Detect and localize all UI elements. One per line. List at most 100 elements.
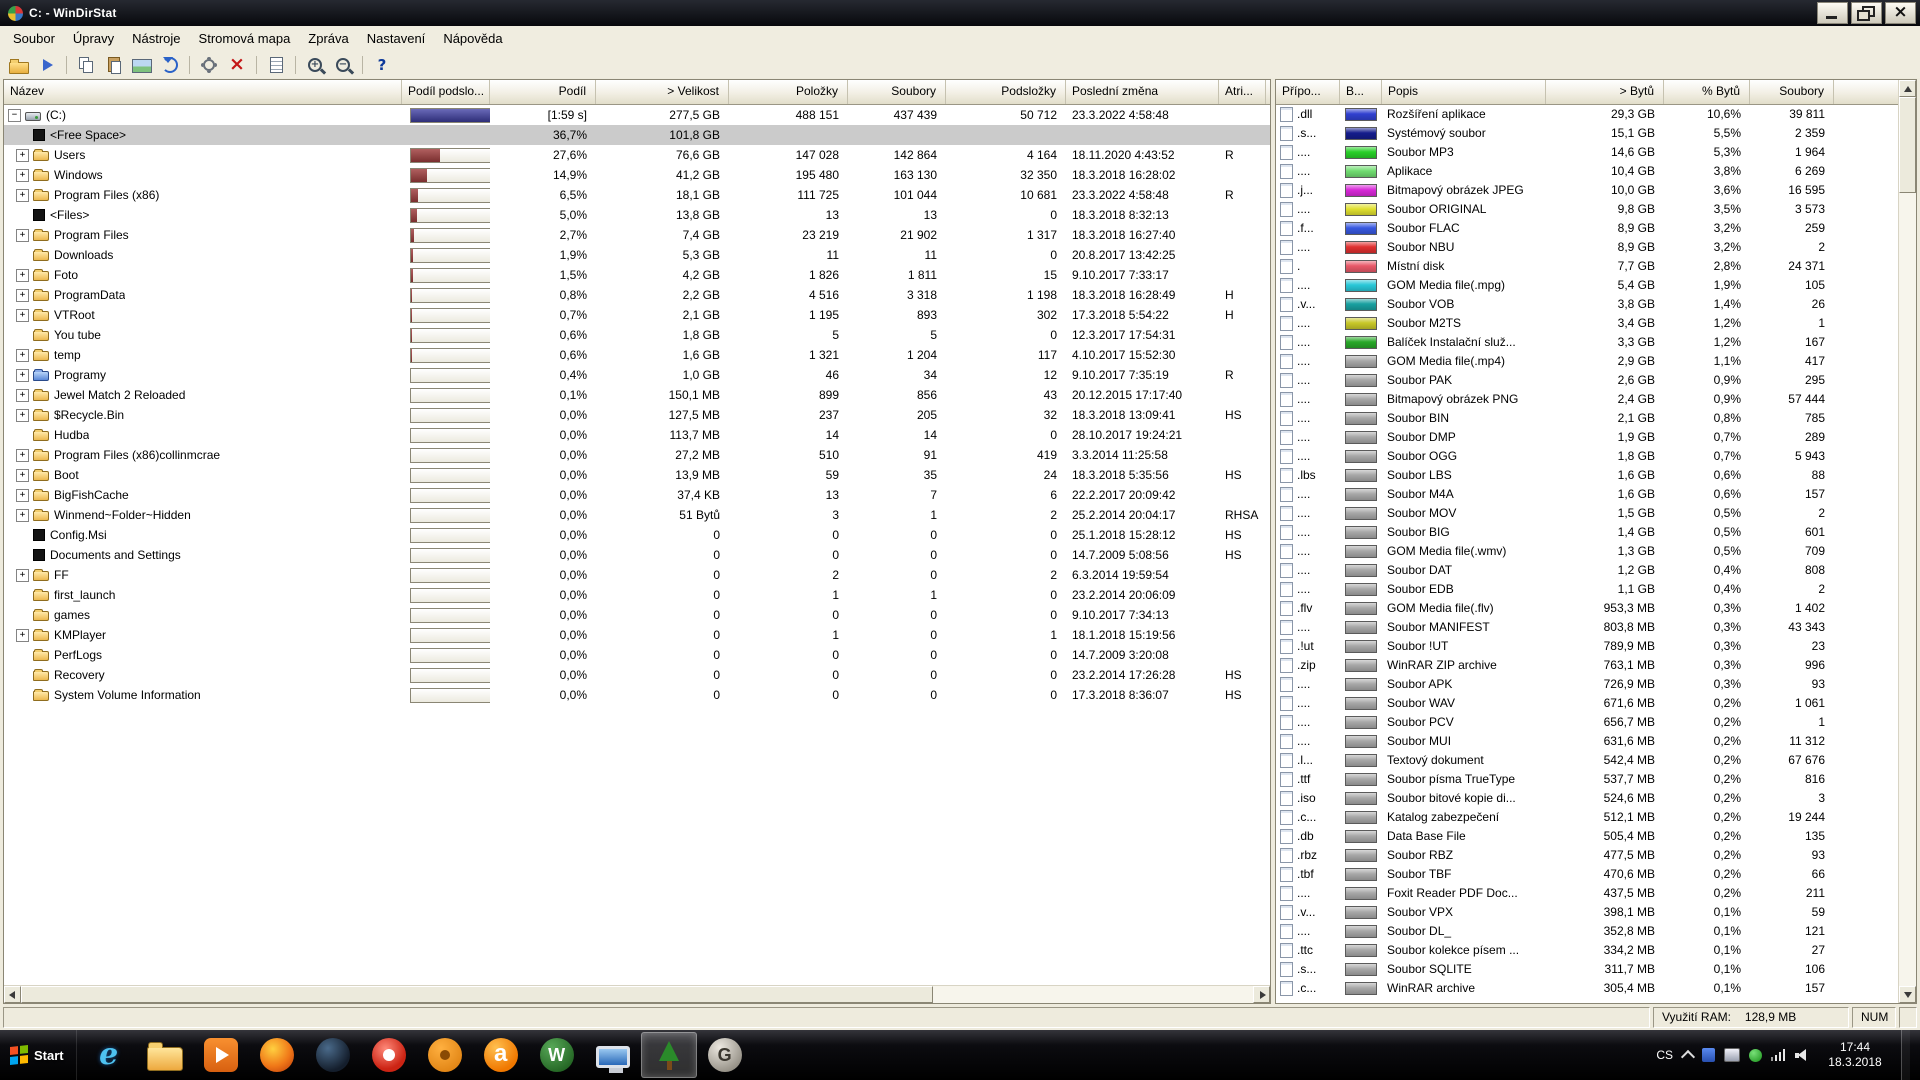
refresh-button[interactable] xyxy=(157,53,183,77)
tree-row[interactable]: Downloads1,9%5,3 GB1111020.8.2017 13:42:… xyxy=(4,245,1270,265)
extension-row[interactable]: ....Soubor EDB1,1 GB0,4%2 xyxy=(1276,580,1898,599)
tree-row[interactable]: <Files>5,0%13,8 GB1313018.3.2018 8:32:13 xyxy=(4,205,1270,225)
menu-item-nastaven[interactable]: Nastavení xyxy=(358,28,435,49)
menu-item-pravy[interactable]: Úpravy xyxy=(64,28,123,49)
tree-row[interactable]: Documents and Settings0,0%000014.7.2009 … xyxy=(4,545,1270,565)
copy-button[interactable] xyxy=(73,53,99,77)
restore-button[interactable] xyxy=(1851,2,1882,24)
language-indicator[interactable]: CS xyxy=(1656,1048,1673,1062)
tree-row[interactable]: Config.Msi0,0%000025.1.2018 15:28:12HS xyxy=(4,525,1270,545)
report-button[interactable] xyxy=(263,53,289,77)
start-button[interactable]: Start xyxy=(0,1030,77,1080)
extension-row[interactable]: ....Soubor M2TS3,4 GB1,2%1 xyxy=(1276,314,1898,333)
taskbar-my-computer[interactable] xyxy=(585,1032,641,1078)
menu-item-zpr-va[interactable]: Zpráva xyxy=(299,28,357,49)
volume-icon[interactable] xyxy=(1795,1049,1809,1061)
extension-row[interactable]: ....GOM Media file(.mpg)5,4 GB1,9%105 xyxy=(1276,276,1898,295)
extension-row[interactable]: ....Soubor MOV1,5 GB0,5%2 xyxy=(1276,504,1898,523)
taskbar-green-w-app[interactable] xyxy=(529,1032,585,1078)
horizontal-scrollbar[interactable] xyxy=(4,985,1270,1003)
menu-item-soubor[interactable]: Soubor xyxy=(4,28,64,49)
extension-row[interactable]: .rbzSoubor RBZ477,5 MB0,2%93 xyxy=(1276,846,1898,865)
extension-row[interactable]: .lbsSoubor LBS1,6 GB0,6%88 xyxy=(1276,466,1898,485)
expand-icon[interactable]: + xyxy=(16,489,29,502)
extension-row[interactable]: .s...Systémový soubor15,1 GB5,5%2 359 xyxy=(1276,124,1898,143)
vertical-scrollbar[interactable] xyxy=(1898,80,1916,1003)
scrollbar-thumb[interactable] xyxy=(21,986,933,1003)
tree-row[interactable]: +Windows14,9%41,2 GB195 480163 13032 350… xyxy=(4,165,1270,185)
menu-item-n-pov-da[interactable]: Nápověda xyxy=(434,28,511,49)
extension-row[interactable]: ....Bitmapový obrázek PNG2,4 GB0,9%57 44… xyxy=(1276,390,1898,409)
scrollbar-track[interactable] xyxy=(1899,97,1916,986)
picture-button[interactable] xyxy=(129,53,155,77)
help-button[interactable] xyxy=(369,53,395,77)
network-icon[interactable] xyxy=(1771,1049,1786,1061)
extension-row[interactable]: ....Aplikace10,4 GB3,8%6 269 xyxy=(1276,162,1898,181)
scroll-up-icon[interactable] xyxy=(1899,80,1916,97)
extension-row[interactable]: ....Soubor PAK2,6 GB0,9%295 xyxy=(1276,371,1898,390)
taskbar-clock[interactable]: 17:44 18.3.2018 xyxy=(1819,1040,1891,1070)
tree-row[interactable]: games0,0%00009.10.2017 7:34:13 xyxy=(4,605,1270,625)
expand-icon[interactable]: + xyxy=(16,389,29,402)
tree-row[interactable]: +Boot0,0%13,9 MB59352418.3.2018 5:35:56H… xyxy=(4,465,1270,485)
tree-row[interactable]: PerfLogs0,0%000014.7.2009 3:20:08 xyxy=(4,645,1270,665)
expand-icon[interactable]: + xyxy=(16,189,29,202)
taskbar-internet-explorer[interactable] xyxy=(81,1032,137,1078)
tree-col-pod-l[interactable]: Podíl xyxy=(490,80,596,104)
expand-icon[interactable]: + xyxy=(16,229,29,242)
tree-row[interactable]: +Program Files (x86)6,5%18,1 GB111 72510… xyxy=(4,185,1270,205)
extension-row[interactable]: .ttcSoubor kolekce písem ...334,2 MB0,1%… xyxy=(1276,941,1898,960)
tree-row[interactable]: +$Recycle.Bin0,0%127,5 MB2372053218.3.20… xyxy=(4,405,1270,425)
tree-row[interactable]: −(C:)[1:59 s]277,5 GB488 151437 43950 71… xyxy=(4,105,1270,125)
extension-row[interactable]: .c...Katalog zabezpečení512,1 MB0,2%19 2… xyxy=(1276,808,1898,827)
tree-row[interactable]: +temp0,6%1,6 GB1 3211 2041174.10.2017 15… xyxy=(4,345,1270,365)
menu-item-n-stroje[interactable]: Nástroje xyxy=(123,28,189,49)
tree-row[interactable]: +VTRoot0,7%2,1 GB1 19589330217.3.2018 5:… xyxy=(4,305,1270,325)
tree-row[interactable]: You tube0,6%1,8 GB55012.3.2017 17:54:31 xyxy=(4,325,1270,345)
extension-row[interactable]: .zipWinRAR ZIP archive763,1 MB0,3%996 xyxy=(1276,656,1898,675)
tree-row[interactable]: +Jewel Match 2 Reloaded0,1%150,1 MB89985… xyxy=(4,385,1270,405)
extension-row[interactable]: ....Soubor PCV656,7 MB0,2%1 xyxy=(1276,713,1898,732)
ext-col-p-po[interactable]: Přípo... xyxy=(1276,80,1340,104)
tree-row[interactable]: +Foto1,5%4,2 GB1 8261 811159.10.2017 7:3… xyxy=(4,265,1270,285)
expand-icon[interactable]: + xyxy=(16,269,29,282)
minimize-button[interactable] xyxy=(1817,2,1848,24)
taskbar-image-editor[interactable] xyxy=(697,1032,753,1078)
tree-col-atri[interactable]: Atri... xyxy=(1219,80,1266,104)
extension-row[interactable]: .!utSoubor !UT789,9 MB0,3%23 xyxy=(1276,637,1898,656)
tree-row[interactable]: +Winmend~Folder~Hidden0,0%51 Bytů31225.2… xyxy=(4,505,1270,525)
tree-row[interactable]: +Program Files2,7%7,4 GB23 21921 9021 31… xyxy=(4,225,1270,245)
tree-col-posledn-zm-na[interactable]: Poslední změna xyxy=(1066,80,1219,104)
extension-row[interactable]: ....Soubor DMP1,9 GB0,7%289 xyxy=(1276,428,1898,447)
scroll-down-icon[interactable] xyxy=(1899,986,1916,1003)
tree-row[interactable]: +ProgramData0,8%2,2 GB4 5163 3181 19818.… xyxy=(4,285,1270,305)
device-icon[interactable] xyxy=(1724,1048,1740,1062)
expand-icon[interactable]: + xyxy=(16,409,29,422)
zoom-out-button[interactable] xyxy=(330,53,356,77)
tree-col-podslo-ky[interactable]: Podsložky xyxy=(946,80,1066,104)
ext-col-b[interactable]: B... xyxy=(1340,80,1382,104)
expand-icon[interactable]: + xyxy=(16,149,29,162)
extension-row[interactable]: .j...Bitmapový obrázek JPEG10,0 GB3,6%16… xyxy=(1276,181,1898,200)
scroll-right-icon[interactable] xyxy=(1253,986,1270,1003)
taskbar-gear-app[interactable] xyxy=(417,1032,473,1078)
show-desktop-button[interactable] xyxy=(1901,1030,1910,1080)
tree-row[interactable]: first_launch0,0%011023.2.2014 20:06:09 xyxy=(4,585,1270,605)
extension-row[interactable]: ....Soubor NBU8,9 GB3,2%2 xyxy=(1276,238,1898,257)
extension-row[interactable]: ....Soubor DL_352,8 MB0,1%121 xyxy=(1276,922,1898,941)
extension-row[interactable]: ....Soubor MUI631,6 MB0,2%11 312 xyxy=(1276,732,1898,751)
ext-col-byt[interactable]: % Bytů xyxy=(1664,80,1750,104)
menu-item-stromov-mapa[interactable]: Stromová mapa xyxy=(190,28,300,49)
tree-row[interactable]: +KMPlayer0,0%010118.1.2018 15:19:56 xyxy=(4,625,1270,645)
extension-row[interactable]: .s...Soubor SQLITE311,7 MB0,1%106 xyxy=(1276,960,1898,979)
extension-row[interactable]: ....GOM Media file(.wmv)1,3 GB0,5%709 xyxy=(1276,542,1898,561)
extension-row[interactable]: .isoSoubor bitové kopie di...524,6 MB0,2… xyxy=(1276,789,1898,808)
open-folder-button[interactable] xyxy=(6,53,32,77)
tree-col-pod-l-podslo[interactable]: Podíl podslo... xyxy=(402,80,490,104)
flag-icon[interactable] xyxy=(1702,1048,1715,1062)
tree-row[interactable]: System Volume Information0,0%000017.3.20… xyxy=(4,685,1270,705)
taskbar-media-player[interactable] xyxy=(193,1032,249,1078)
ext-col-popis[interactable]: Popis xyxy=(1382,80,1546,104)
play-button[interactable] xyxy=(34,53,60,77)
utorrent-icon[interactable] xyxy=(1749,1049,1762,1062)
